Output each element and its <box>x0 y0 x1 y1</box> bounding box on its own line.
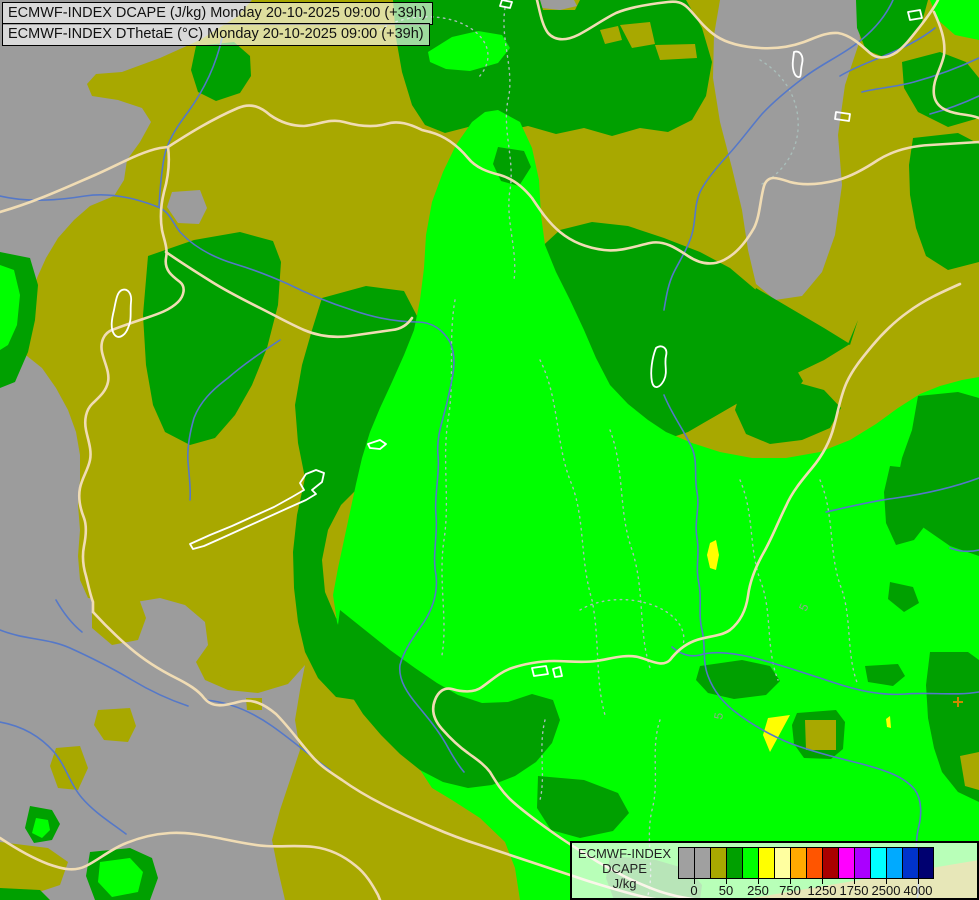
dcape-region <box>805 720 836 750</box>
legend-unit-label: J/kg <box>612 876 637 891</box>
legend-tick-label: 750 <box>779 883 801 898</box>
legend-color-swatch <box>822 847 838 879</box>
legend-color-swatch <box>790 847 806 879</box>
legend-color-swatch <box>758 847 774 879</box>
legend-tick-label: 1750 <box>839 883 869 898</box>
legend-tick-label: 4000 <box>903 883 933 898</box>
legend-color-swatch <box>806 847 822 879</box>
legend-color-swatch <box>886 847 902 879</box>
legend-color-swatch <box>710 847 726 879</box>
legend-titles: ECMWF-INDEX DCAPE J/kg <box>572 846 677 891</box>
legend-color-swatch <box>838 847 854 879</box>
map-title-dcape: ECMWF-INDEX DCAPE (J/kg) Monday 20-10-20… <box>2 2 433 25</box>
legend-color-swatch <box>678 847 694 879</box>
legend-model-label: ECMWF-INDEX <box>577 846 672 861</box>
legend-color-swatch <box>694 847 710 879</box>
legend-color-strip <box>678 847 934 879</box>
legend-tick-label: 0 <box>690 883 698 898</box>
legend-color-swatch <box>742 847 758 879</box>
legend-tick-label: 50 <box>718 883 734 898</box>
legend-tick-label: 250 <box>747 883 769 898</box>
legend-color-swatch <box>854 847 870 879</box>
dcape-map: 5 5 <box>0 0 979 900</box>
legend-color-swatch <box>918 847 934 879</box>
weather-map-page: 5 5 ECMWF-INDEX DCAPE (J/kg) Monday 20-1… <box>0 0 979 900</box>
legend-color-swatch <box>726 847 742 879</box>
dcape-legend: ECMWF-INDEX DCAPE J/kg 0 50 250 750 1250… <box>570 841 979 900</box>
legend-parameter-label: DCAPE <box>602 861 647 876</box>
legend-color-swatch <box>774 847 790 879</box>
dcape-region <box>655 44 697 60</box>
legend-color-swatch <box>870 847 886 879</box>
legend-tick-label: 2500 <box>871 883 901 898</box>
legend-color-swatch <box>902 847 918 879</box>
map-title-dthetae: ECMWF-INDEX DThetaE (°C) Monday 20-10-20… <box>2 23 430 46</box>
region-green-top-band <box>393 0 712 136</box>
legend-tick-label: 1250 <box>807 883 837 898</box>
